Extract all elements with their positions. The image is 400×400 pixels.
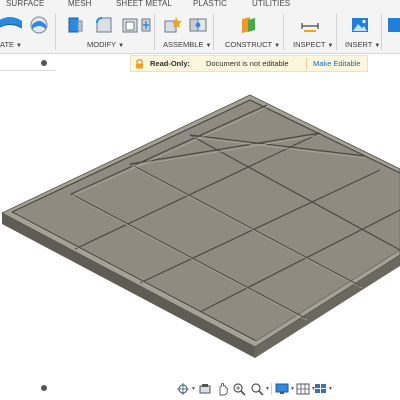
make-editable-link[interactable]: Make Editable (313, 59, 361, 68)
tab-plastic[interactable]: PLASTIC (193, 0, 227, 8)
read-only-banner: Read-Only: Document is not editable Make… (130, 55, 368, 72)
tray-model[interactable] (0, 73, 400, 378)
navigation-bar: ▼ ▼ ▼ ▼ ▼ (172, 380, 333, 398)
nav-separator (271, 383, 272, 395)
tab-sheet-metal[interactable]: SHEET METAL (116, 0, 172, 8)
ribbon-separator (381, 14, 382, 50)
ribbon-separator (213, 14, 214, 50)
create-menu[interactable]: ATE ▼ (0, 40, 22, 49)
inspect-menu[interactable]: INSPECT ▼ (293, 40, 333, 49)
viewport-canvas[interactable] (0, 73, 400, 378)
ribbon-separator (283, 14, 284, 50)
zoom-dropdown[interactable]: ▼ (265, 386, 270, 392)
orbit-dropdown[interactable]: ▼ (191, 386, 196, 392)
fusion-window: SURFACE MESH SHEET METAL PLASTIC UTILITI… (0, 0, 400, 400)
insert-menu[interactable]: INSERT ▼ (345, 40, 380, 49)
modify-menu[interactable]: MODIFY ▼ (87, 40, 124, 49)
tray-inner-floor (11, 99, 400, 342)
new-component-icon[interactable] (162, 15, 182, 35)
ribbon-separator (55, 14, 56, 50)
read-only-message: Document is not editable (206, 59, 289, 68)
measure-icon[interactable] (300, 15, 320, 35)
ribbon-separator (154, 14, 155, 50)
look-at-icon[interactable] (198, 382, 212, 396)
sweep-surface-icon[interactable] (29, 15, 49, 35)
orbit-icon[interactable] (176, 382, 190, 396)
joint-icon[interactable] (188, 15, 208, 35)
grid-icon[interactable] (296, 382, 310, 396)
shell-icon[interactable] (120, 15, 140, 35)
lock-icon (136, 59, 143, 69)
press-pull-icon[interactable] (66, 15, 86, 35)
toolbar-tabs: SURFACE MESH SHEET METAL PLASTIC UTILITI… (0, 0, 400, 11)
comments-pin-icon[interactable] (41, 385, 47, 391)
browser-panel-header[interactable] (0, 56, 56, 71)
assemble-menu[interactable]: ASSEMBLE ▼ (163, 40, 211, 49)
pan-icon[interactable] (216, 382, 230, 396)
move-icon[interactable] (140, 15, 152, 35)
tab-mesh[interactable]: MESH (68, 0, 92, 8)
viewports-icon[interactable] (314, 382, 328, 396)
banner-separator (306, 58, 307, 70)
insert-image-icon[interactable] (350, 15, 370, 35)
offset-plane-icon[interactable] (238, 15, 258, 35)
read-only-label: Read-Only: (150, 59, 191, 68)
create-form-icon[interactable] (0, 15, 24, 35)
viewports-dropdown[interactable]: ▼ (328, 386, 333, 392)
tab-surface[interactable]: SURFACE (6, 0, 45, 8)
select-tool-icon[interactable] (386, 15, 400, 35)
panel-pin-icon[interactable] (41, 60, 47, 66)
zoom-icon[interactable] (232, 382, 246, 396)
display-dropdown[interactable]: ▼ (290, 386, 295, 392)
ribbon-separator (336, 14, 337, 50)
fit-icon[interactable] (250, 382, 264, 396)
construct-menu[interactable]: CONSTRUCT ▼ (225, 40, 280, 49)
display-settings-icon[interactable] (275, 382, 289, 396)
fillet-icon[interactable] (94, 15, 114, 35)
tab-utilities[interactable]: UTILITIES (252, 0, 290, 8)
